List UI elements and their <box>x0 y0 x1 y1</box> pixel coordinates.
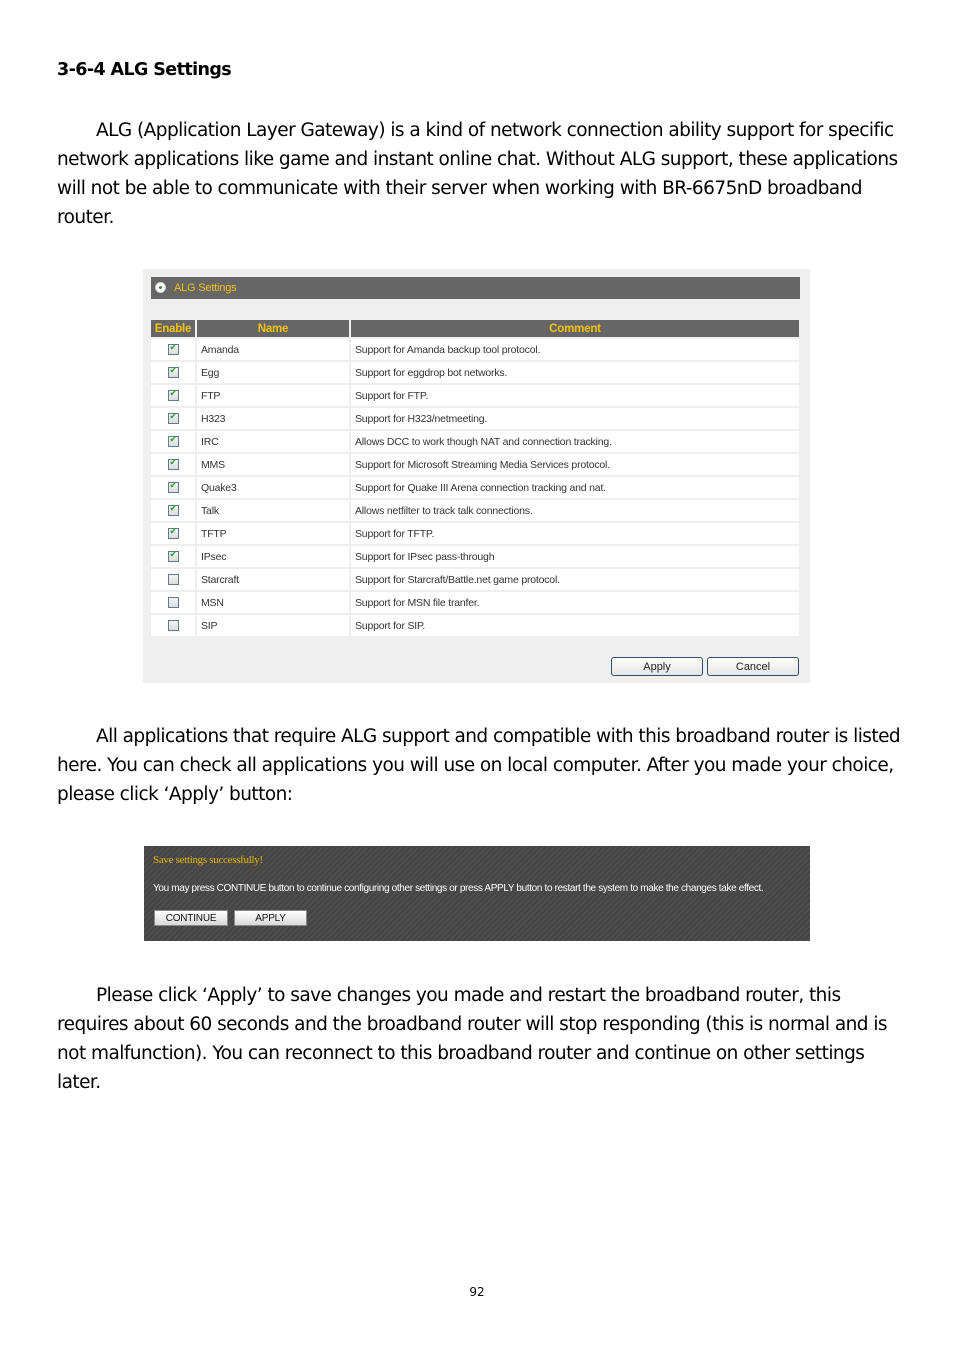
comment-cell: Support for Quake III Arena connection t… <box>351 477 799 498</box>
enable-checkbox[interactable] <box>167 549 179 563</box>
panel-header: ALG Settings <box>151 277 800 299</box>
name-cell: Amanda <box>197 339 349 360</box>
name-cell: Egg <box>197 362 349 383</box>
cancel-button[interactable]: Cancel <box>707 657 799 676</box>
comment-cell: Support for Microsoft Streaming Media Se… <box>351 454 799 475</box>
comment-cell: Allows netfilter to track talk connectio… <box>351 500 799 521</box>
table-header-row: Enable Name Comment <box>151 320 799 337</box>
intro-paragraph: ALG (Application Layer Gateway) is a kin… <box>57 116 902 232</box>
name-cell: MMS <box>197 454 349 475</box>
table-row: H323Support for H323/netmeeting. <box>151 408 799 429</box>
instructions-text: All applications that require ALG suppor… <box>57 726 901 805</box>
intro-text: ALG (Application Layer Gateway) is a kin… <box>57 120 898 228</box>
enable-checkbox[interactable] <box>167 457 179 471</box>
enable-cell <box>151 385 195 406</box>
continue-button[interactable]: CONTINUE <box>154 910 228 926</box>
enable-cell <box>151 500 195 521</box>
table-row: AmandaSupport for Amanda backup tool pro… <box>151 339 799 360</box>
enable-cell <box>151 408 195 429</box>
panel-title: ALG Settings <box>174 282 237 294</box>
column-header-comment: Comment <box>351 320 799 337</box>
enable-cell <box>151 615 195 636</box>
name-cell: Talk <box>197 500 349 521</box>
comment-cell: Support for FTP. <box>351 385 799 406</box>
comment-cell: Support for MSN file tranfer. <box>351 592 799 613</box>
enable-cell <box>151 339 195 360</box>
comment-cell: Allows DCC to work though NAT and connec… <box>351 431 799 452</box>
column-header-name: Name <box>197 320 349 337</box>
name-cell: H323 <box>197 408 349 429</box>
dialog-title: Save settings successfully! <box>153 854 263 866</box>
enable-checkbox[interactable] <box>167 434 179 448</box>
table-row: Quake3Support for Quake III Arena connec… <box>151 477 799 498</box>
radio-bullet-icon <box>155 282 166 293</box>
enable-cell <box>151 592 195 613</box>
enable-checkbox[interactable] <box>167 365 179 379</box>
name-cell: MSN <box>197 592 349 613</box>
dialog-message: You may press CONTINUE button to continu… <box>153 883 764 894</box>
dialog-apply-button[interactable]: APPLY <box>234 910 307 926</box>
comment-cell: Support for SIP. <box>351 615 799 636</box>
table-row: Starcraft Support for Starcraft/Battle.ne… <box>151 569 799 590</box>
table-row: TalkAllows netfilter to track talk conne… <box>151 500 799 521</box>
comment-cell: Support for Amanda backup tool protocol. <box>351 339 799 360</box>
name-cell: IRC <box>197 431 349 452</box>
closing-text: Please click ‘Apply’ to save changes you… <box>57 985 888 1093</box>
alg-settings-panel: ALG Settings Enable Name Comment AmandaS… <box>143 269 810 683</box>
enable-cell <box>151 546 195 567</box>
page-number: 92 <box>469 1285 485 1299</box>
enable-checkbox[interactable] <box>167 597 179 609</box>
apply-button[interactable]: Apply <box>611 657 703 676</box>
save-success-dialog: Save settings successfully! You may pres… <box>144 846 810 941</box>
enable-checkbox[interactable] <box>167 342 179 356</box>
name-cell: FTP <box>197 385 349 406</box>
comment-cell: Support for eggdrop bot networks. <box>351 362 799 383</box>
enable-checkbox[interactable] <box>167 480 179 494</box>
name-cell: Starcraft <box>197 569 349 590</box>
table-row: FTPSupport for FTP. <box>151 385 799 406</box>
enable-checkbox[interactable] <box>167 574 179 586</box>
table-row: MMSSupport for Microsoft Streaming Media… <box>151 454 799 475</box>
alg-table: Enable Name Comment AmandaSupport for Am… <box>149 318 801 638</box>
comment-cell: Support for H323/netmeeting. <box>351 408 799 429</box>
table-row: IPsecSupport for IPsec pass-through <box>151 546 799 567</box>
closing-paragraph: Please click ‘Apply’ to save changes you… <box>57 981 902 1097</box>
comment-cell: Support for TFTP. <box>351 523 799 544</box>
column-header-enable: Enable <box>151 320 195 337</box>
enable-cell <box>151 431 195 452</box>
enable-cell <box>151 477 195 498</box>
enable-checkbox[interactable] <box>167 526 179 540</box>
name-cell: IPsec <box>197 546 349 567</box>
comment-cell: Support for Starcraft/Battle.net game pr… <box>351 569 799 590</box>
enable-checkbox[interactable] <box>167 411 179 425</box>
name-cell: TFTP <box>197 523 349 544</box>
enable-cell <box>151 454 195 475</box>
instructions-paragraph: All applications that require ALG suppor… <box>57 722 902 809</box>
enable-cell <box>151 362 195 383</box>
name-cell: Quake3 <box>197 477 349 498</box>
alg-table-body: AmandaSupport for Amanda backup tool pro… <box>151 339 799 636</box>
name-cell: SIP <box>197 615 349 636</box>
enable-cell <box>151 569 195 590</box>
section-heading: 3-6-4 ALG Settings <box>57 60 232 80</box>
table-row: TFTPSupport for TFTP. <box>151 523 799 544</box>
table-row: EggSupport for eggdrop bot networks. <box>151 362 799 383</box>
table-row: SIP Support for SIP. <box>151 615 799 636</box>
enable-checkbox[interactable] <box>167 620 179 632</box>
enable-cell <box>151 523 195 544</box>
table-row: MSN Support for MSN file tranfer. <box>151 592 799 613</box>
comment-cell: Support for IPsec pass-through <box>351 546 799 567</box>
enable-checkbox[interactable] <box>167 388 179 402</box>
table-row: IRCAllows DCC to work though NAT and con… <box>151 431 799 452</box>
enable-checkbox[interactable] <box>167 503 179 517</box>
